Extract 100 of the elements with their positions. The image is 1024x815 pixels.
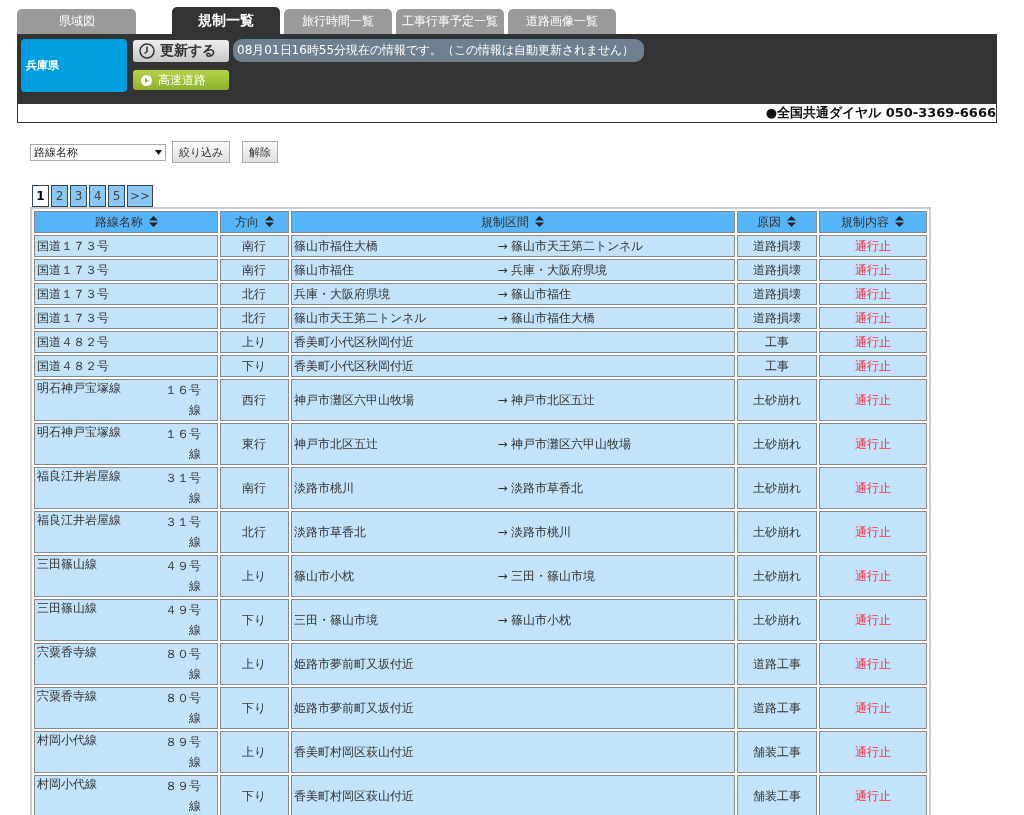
info-message: 08月01日16時55分現在の情報です。（この情報は自動更新されません） [233, 39, 645, 62]
column-header[interactable]: 原因 [736, 211, 817, 233]
route-cell: 宍粟香寺線 ８０号線 [34, 643, 219, 685]
direction-cell: 下り [220, 599, 289, 641]
page-link[interactable]: 2 [51, 185, 68, 207]
section-cell: 篠山市小枕 → 三田・篠山市境 [290, 555, 735, 597]
direction-cell: 下り [220, 355, 289, 377]
regulation-cell: 通行止 [818, 423, 927, 465]
cause-cell: 土砂崩れ [736, 379, 817, 421]
section-cell: 淡路市草香北 → 淡路市桃川 [290, 511, 735, 553]
route-cell: 明石神戸宝塚線 １６号線 [34, 423, 219, 465]
page-link[interactable]: >> [127, 185, 154, 207]
section-cell: 香美町村岡区萩山付近 [290, 731, 735, 773]
prefecture-label[interactable]: 兵庫県 [21, 39, 127, 92]
section-cell: 神戸市灘区六甲山牧場 → 神戸市北区五辻 [290, 379, 735, 421]
direction-cell: 下り [220, 687, 289, 729]
route-cell: 明石神戸宝塚線 １６号線 [34, 379, 219, 421]
section-cell: 篠山市天王第二トンネル → 篠山市福住大橋 [290, 307, 735, 329]
direction-cell: 上り [220, 331, 289, 353]
regulation-cell: 通行止 [818, 235, 927, 257]
direction-cell: 南行 [220, 467, 289, 509]
regulation-cell: 通行止 [818, 259, 927, 281]
sort-icon[interactable] [535, 215, 545, 227]
direction-cell: 上り [220, 731, 289, 773]
regulation-cell: 通行止 [818, 307, 927, 329]
section-cell: 姫路市夢前町又坂付近 [290, 687, 735, 729]
route-cell: 国道１７３号 [34, 307, 219, 329]
direction-cell: 南行 [220, 259, 289, 281]
hotline-text: ●全国共通ダイヤル 050-3369-6666 [765, 104, 996, 122]
section-cell: 篠山市福住大橋 → 篠山市天王第二トンネル [290, 235, 735, 257]
route-select[interactable]: 路線名称 [30, 143, 166, 161]
section-cell: 香美町村岡区萩山付近 [290, 775, 735, 815]
route-cell: 宍粟香寺線 ８０号線 [34, 687, 219, 729]
column-header[interactable]: 路線名称 [34, 211, 219, 233]
section-cell: 三田・篠山市境 → 篠山市小枕 [290, 599, 735, 641]
regulation-cell: 通行止 [818, 379, 927, 421]
cause-cell: 道路工事 [736, 643, 817, 685]
tab[interactable]: 規制一覧 [172, 7, 280, 34]
section-cell: 香美町小代区秋岡付近 [290, 331, 735, 353]
cause-cell: 工事 [736, 331, 817, 353]
cause-cell: 道路工事 [736, 687, 817, 729]
page-link[interactable]: 4 [89, 185, 106, 207]
clear-button[interactable]: 解除 [242, 141, 278, 163]
column-header[interactable]: 規制内容 [818, 211, 927, 233]
cause-cell: 道路損壊 [736, 235, 817, 257]
refresh-button[interactable]: 更新する [133, 39, 229, 62]
section-cell: 香美町小代区秋岡付近 [290, 355, 735, 377]
play-icon [141, 74, 152, 86]
direction-cell: 上り [220, 555, 289, 597]
direction-cell: 北行 [220, 283, 289, 305]
regulation-cell: 通行止 [818, 283, 927, 305]
cause-cell: 土砂崩れ [736, 423, 817, 465]
regulation-cell: 通行止 [818, 511, 927, 553]
regulation-cell: 通行止 [818, 775, 927, 815]
regulation-cell: 通行止 [818, 687, 927, 729]
cause-cell: 土砂崩れ [736, 599, 817, 641]
direction-cell: 西行 [220, 379, 289, 421]
route-cell: 三田篠山線 ４９号線 [34, 599, 219, 641]
cause-cell: 舗装工事 [736, 731, 817, 773]
regulation-cell: 通行止 [818, 643, 927, 685]
page-link[interactable]: 5 [108, 185, 125, 207]
filter-button[interactable]: 絞り込み [172, 141, 230, 163]
route-cell: 国道４８２号 [34, 355, 219, 377]
regulation-cell: 通行止 [818, 355, 927, 377]
section-cell: 篠山市福住 → 兵庫・大阪府県境 [290, 259, 735, 281]
regulation-cell: 通行止 [818, 555, 927, 597]
page-link[interactable]: 1 [32, 185, 49, 207]
regulation-cell: 通行止 [818, 467, 927, 509]
direction-cell: 南行 [220, 235, 289, 257]
direction-cell: 北行 [220, 307, 289, 329]
route-cell: 国道１７３号 [34, 283, 219, 305]
route-cell: 福良江井岩屋線 ３１号線 [34, 511, 219, 553]
direction-cell: 上り [220, 643, 289, 685]
column-header[interactable]: 規制区間 [290, 211, 735, 233]
clock-icon [139, 42, 155, 59]
section-cell: 兵庫・大阪府県境 → 篠山市福住 [290, 283, 735, 305]
route-cell: 三田篠山線 ４９号線 [34, 555, 219, 597]
sort-icon[interactable] [895, 215, 905, 227]
regulation-cell: 通行止 [818, 731, 927, 773]
route-cell: 福良江井岩屋線 ３１号線 [34, 467, 219, 509]
route-cell: 国道１７３号 [34, 235, 219, 257]
sort-icon[interactable] [787, 215, 797, 227]
cause-cell: 道路損壊 [736, 283, 817, 305]
route-cell: 国道４８２号 [34, 331, 219, 353]
sort-icon[interactable] [148, 215, 158, 227]
route-cell: 国道１７３号 [34, 259, 219, 281]
route-cell: 村岡小代線 ８９号線 [34, 731, 219, 773]
page-link[interactable]: 3 [70, 185, 87, 207]
cause-cell: 土砂崩れ [736, 467, 817, 509]
section-cell: 淡路市桃川 → 淡路市草香北 [290, 467, 735, 509]
sort-icon[interactable] [264, 215, 274, 227]
direction-cell: 下り [220, 775, 289, 815]
cause-cell: 道路損壊 [736, 307, 817, 329]
column-header[interactable]: 方向 [220, 211, 289, 233]
route-cell: 村岡小代線 ８９号線 [34, 775, 219, 815]
section-cell: 姫路市夢前町又坂付近 [290, 643, 735, 685]
direction-cell: 北行 [220, 511, 289, 553]
section-cell: 神戸市北区五辻 → 神戸市灘区六甲山牧場 [290, 423, 735, 465]
cause-cell: 道路損壊 [736, 259, 817, 281]
cause-cell: 土砂崩れ [736, 555, 817, 597]
